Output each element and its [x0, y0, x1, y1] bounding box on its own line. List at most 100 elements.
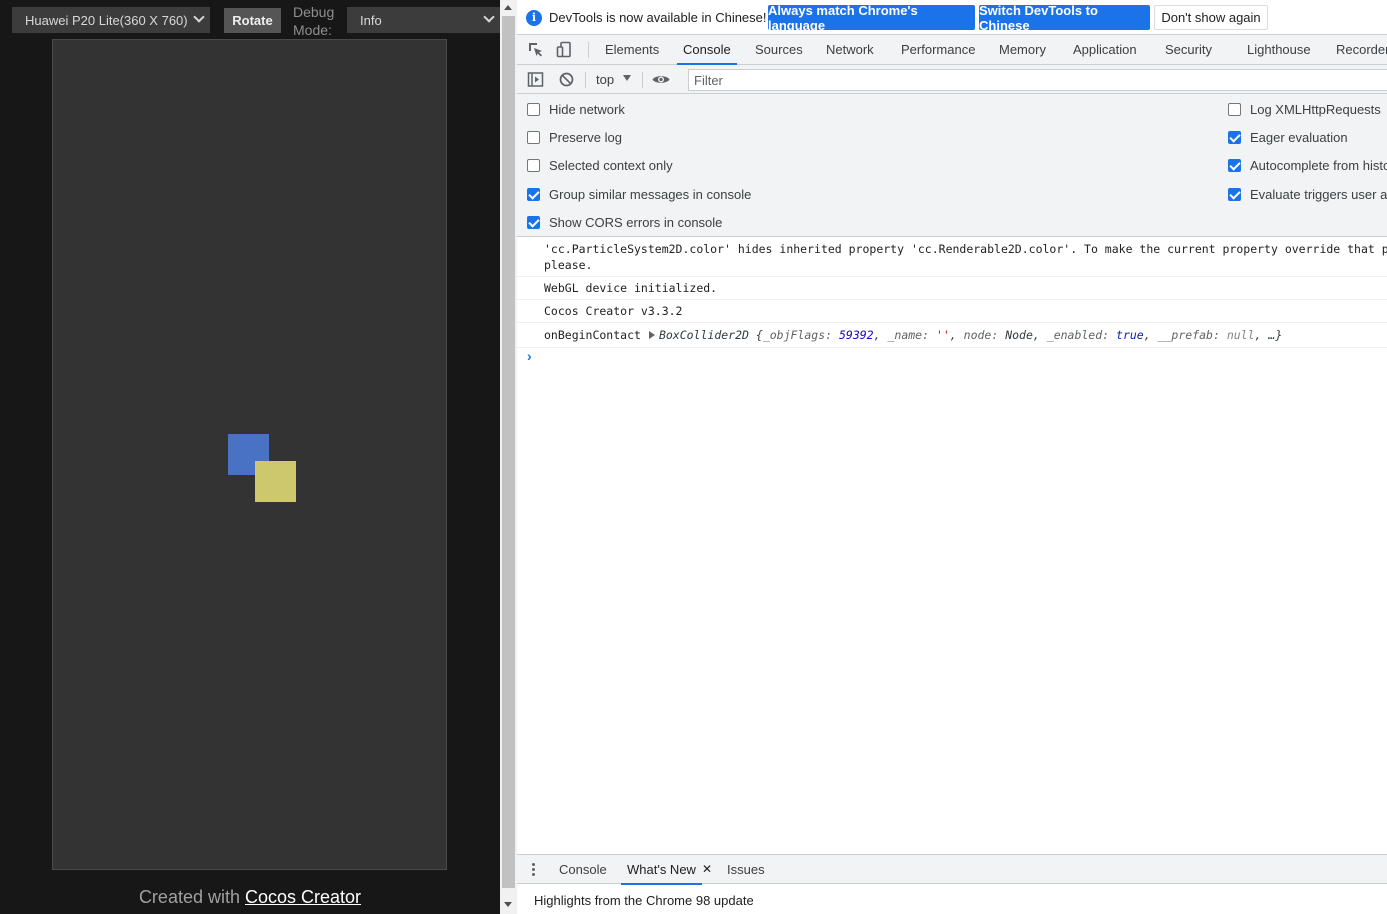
console-toolbar: top: [517, 65, 1387, 94]
console-message: WebGL device initialized.: [517, 277, 1387, 300]
device-toolbar-icon[interactable]: [556, 41, 573, 58]
drawer-tabbar: Console What's New ✕ Issues: [517, 854, 1387, 885]
debug-mode-value: Info: [360, 12, 382, 28]
tab-recorder[interactable]: Recorder: [1336, 35, 1387, 64]
drawer-tab-issues[interactable]: Issues: [727, 855, 765, 884]
tab-console[interactable]: Console: [677, 35, 737, 65]
live-expression-eye-icon[interactable]: [651, 71, 671, 88]
prop-key: _name:: [887, 328, 936, 342]
infobar-message: DevTools is now available in Chinese!: [549, 10, 767, 25]
tab-lighthouse[interactable]: Lighthouse: [1247, 35, 1311, 64]
console-message: Cocos Creator v3.3.2: [517, 300, 1387, 323]
drawer-tab-console[interactable]: Console: [559, 855, 607, 884]
always-match-language-button[interactable]: Always match Chrome's language: [768, 3, 975, 33]
tab-sources[interactable]: Sources: [755, 35, 803, 64]
scroll-down-arrow-icon[interactable]: [504, 902, 512, 907]
checkbox[interactable]: [527, 158, 540, 172]
scroll-thumb[interactable]: [502, 16, 515, 888]
page-scrollbar[interactable]: [500, 0, 517, 914]
message-text-cont: please.: [544, 258, 593, 272]
dont-show-again-button[interactable]: Don't show again: [1154, 5, 1268, 30]
expand-triangle-icon[interactable]: [648, 331, 655, 339]
setting-log-xhr[interactable]: Log XMLHttpRequests: [1228, 100, 1381, 118]
prop-key: __prefab:: [1157, 328, 1227, 342]
chevron-down-icon: [483, 11, 495, 23]
checkbox[interactable]: [527, 130, 540, 144]
console-settings-pane: Hide network Preserve log Selected conte…: [517, 94, 1387, 237]
setting-hide-network[interactable]: Hide network: [527, 100, 625, 118]
prop-value: null: [1226, 328, 1255, 342]
checkbox-checked[interactable]: [527, 187, 540, 201]
whats-new-headline: Highlights from the Chrome 98 update: [534, 893, 754, 908]
caret-down-icon[interactable]: [623, 75, 631, 81]
debug-mode-select[interactable]: Info: [347, 7, 500, 33]
filter-input[interactable]: [688, 69, 1387, 91]
show-sidebar-icon[interactable]: [527, 71, 544, 88]
tab-security[interactable]: Security: [1165, 35, 1212, 64]
message-label: onBeginContact: [544, 328, 641, 342]
object-ellipsis: …}: [1268, 328, 1283, 342]
toolbar-divider: [588, 42, 589, 58]
info-icon: i: [526, 10, 542, 26]
clear-console-icon[interactable]: [558, 71, 575, 88]
prop-key: _enabled:: [1046, 328, 1117, 342]
scroll-up-arrow-icon[interactable]: [504, 5, 512, 10]
setting-autocomplete-history[interactable]: Autocomplete from history: [1228, 156, 1387, 174]
object-type: BoxCollider2D: [658, 328, 749, 342]
toolbar-divider: [585, 72, 586, 88]
rotate-button[interactable]: Rotate: [224, 8, 281, 33]
console-prompt-icon[interactable]: ›: [527, 348, 532, 364]
checkbox[interactable]: [527, 102, 540, 116]
message-text: Cocos Creator v3.3.2: [544, 304, 683, 318]
tab-network[interactable]: Network: [826, 35, 874, 64]
setting-label: Eager evaluation: [1250, 129, 1348, 145]
checkbox-checked[interactable]: [1228, 130, 1241, 144]
switch-to-chinese-button[interactable]: Switch DevTools to Chinese: [979, 3, 1150, 33]
tab-memory[interactable]: Memory: [999, 35, 1046, 64]
setting-label: Selected context only: [549, 157, 673, 173]
setting-eager-evaluation[interactable]: Eager evaluation: [1228, 128, 1348, 146]
message-text: 'cc.ParticleSystem2D.color' hides inheri…: [544, 242, 1387, 256]
prop-value: true: [1116, 328, 1144, 342]
tab-elements[interactable]: Elements: [605, 35, 659, 64]
checkbox[interactable]: [1228, 102, 1241, 116]
devtools-panel: i DevTools is now available in Chinese! …: [517, 0, 1387, 914]
game-preview-pane: Huawei P20 Lite(360 X 760) Rotate Debug …: [0, 0, 500, 914]
credit-footer: Created with Cocos Creator: [0, 887, 500, 908]
devtools-tabbar: Elements Console Sources Network Perform…: [517, 35, 1387, 65]
inspect-element-icon[interactable]: [527, 41, 544, 58]
console-message: onBeginContact BoxCollider2D {_objFlags: …: [517, 323, 1387, 348]
object-preview[interactable]: BoxCollider2D {_objFlags: 59392, _name: …: [659, 328, 1282, 342]
setting-preserve-log[interactable]: Preserve log: [527, 128, 622, 146]
tab-performance[interactable]: Performance: [901, 35, 975, 64]
device-select[interactable]: Huawei P20 Lite(360 X 760): [12, 7, 210, 33]
credit-prefix: Created with: [138, 887, 245, 907]
yellow-box-sprite: [255, 461, 296, 502]
checkbox-checked[interactable]: [527, 215, 540, 229]
device-select-value: Huawei P20 Lite(360 X 760): [25, 12, 188, 28]
checkbox-checked[interactable]: [1228, 187, 1241, 201]
prop-key: _objFlags:: [762, 328, 839, 342]
drawer-tab-whats-new[interactable]: What's New: [621, 855, 702, 885]
cocos-creator-link[interactable]: Cocos Creator: [245, 887, 361, 907]
setting-label: Preserve log: [549, 129, 622, 145]
debug-mode-label: Debug Mode:: [293, 4, 335, 38]
console-messages: 'cc.ParticleSystem2D.color' hides inheri…: [517, 237, 1387, 364]
setting-label: Evaluate triggers user activation: [1250, 186, 1387, 202]
setting-evaluate-triggers[interactable]: Evaluate triggers user activation: [1228, 185, 1387, 203]
toolbar-divider: [642, 72, 643, 88]
close-icon[interactable]: ✕: [702, 862, 712, 876]
setting-group-similar[interactable]: Group similar messages in console: [527, 185, 751, 203]
language-infobar: i DevTools is now available in Chinese! …: [517, 0, 1387, 35]
game-canvas[interactable]: [52, 39, 447, 870]
setting-show-cors-errors[interactable]: Show CORS errors in console: [527, 213, 722, 231]
setting-label: Autocomplete from history: [1250, 157, 1387, 173]
setting-label: Group similar messages in console: [549, 186, 752, 202]
more-tools-menu-icon[interactable]: [532, 863, 536, 877]
checkbox-checked[interactable]: [1228, 158, 1241, 172]
context-select[interactable]: top: [596, 72, 614, 87]
tab-application[interactable]: Application: [1073, 35, 1137, 64]
setting-selected-context-only[interactable]: Selected context only: [527, 156, 673, 174]
prop-value: '': [935, 328, 950, 342]
setting-label: Log XMLHttpRequests: [1250, 101, 1381, 117]
